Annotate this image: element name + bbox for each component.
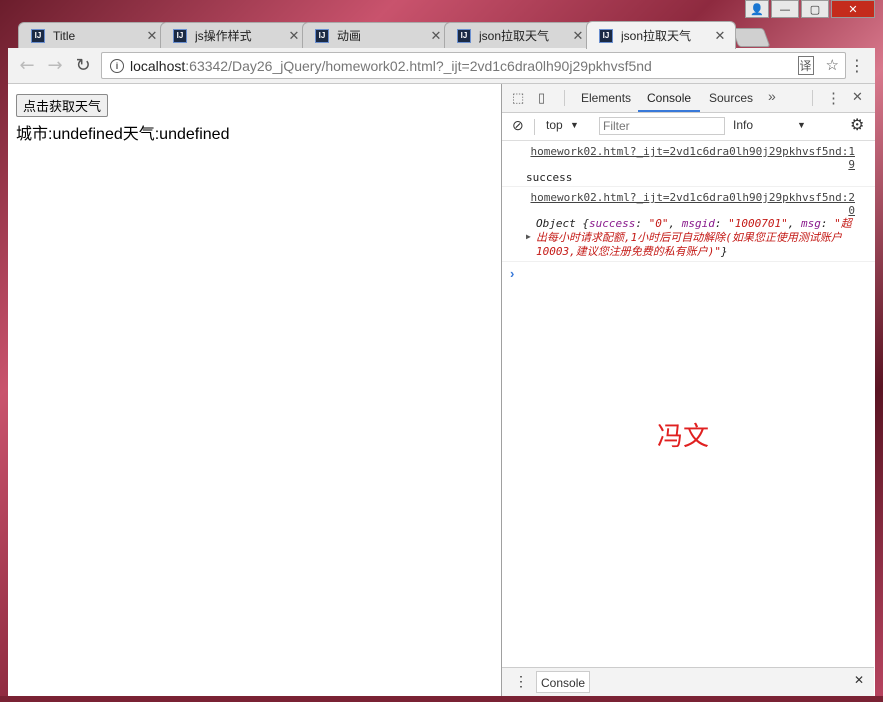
tab-sources[interactable]: Sources <box>700 84 762 112</box>
clear-console-icon[interactable]: ⊘ <box>512 117 524 134</box>
tab-json-weather-active[interactable]: IJ json拉取天气 ✕ <box>586 21 736 49</box>
console-prompt[interactable]: › <box>502 262 875 285</box>
console-object[interactable]: Object {success: "0", msgid: "1000701", … <box>526 217 855 259</box>
intellij-icon: IJ <box>457 28 471 43</box>
gear-icon[interactable]: ⚙ <box>850 115 864 135</box>
forward-button[interactable]: → <box>44 55 66 77</box>
tab-label: json拉取天气 <box>621 29 692 43</box>
info-icon[interactable]: i <box>110 58 124 73</box>
console-filter-input[interactable] <box>599 117 725 135</box>
chrome-menu-icon[interactable]: ⋮ <box>849 56 865 75</box>
devtools-close-icon[interactable]: ✕ <box>852 89 863 105</box>
devtools-menu-icon[interactable]: ⋮ <box>826 89 841 107</box>
tab-json-weather-1[interactable]: IJ json拉取天气 ✕ <box>444 22 594 48</box>
browser-toolbar: ← → ↻ i localhost:63342/Day26_jQuery/hom… <box>8 48 875 84</box>
device-toolbar-icon[interactable]: ▯ <box>538 90 545 106</box>
source-link[interactable]: homework02.html?_ijt=2vd1c6dra0lh90j29pk… <box>526 191 855 217</box>
more-tabs-icon[interactable]: » <box>768 88 776 104</box>
intellij-icon: IJ <box>31 28 45 43</box>
bookmark-star-icon[interactable]: ☆ <box>826 56 839 75</box>
url-path: :63342/Day26_jQuery/homework02.html?_ijt… <box>185 57 652 74</box>
devtools-drawer: ⋮ Console ✕ <box>502 667 874 696</box>
minimize-button[interactable]: — <box>771 0 799 18</box>
translate-icon[interactable]: 译 <box>797 56 814 75</box>
intellij-icon: IJ <box>173 28 187 43</box>
tab-js-styles[interactable]: IJ js操作样式 ✕ <box>160 22 310 48</box>
weather-result-text: 城市:undefined天气:undefined <box>16 126 230 143</box>
tab-elements[interactable]: Elements <box>572 84 640 112</box>
tab-label: 动画 <box>337 29 362 43</box>
tab-label: js操作样式 <box>195 29 252 43</box>
drawer-menu-icon[interactable]: ⋮ <box>514 673 528 690</box>
tab-label: json拉取天气 <box>479 29 550 43</box>
back-button[interactable]: ← <box>16 55 38 77</box>
drawer-close-icon[interactable]: ✕ <box>854 673 864 687</box>
address-bar[interactable]: i localhost:63342/Day26_jQuery/homework0… <box>101 52 846 79</box>
window-frame-bottom <box>0 696 883 702</box>
tab-animation[interactable]: IJ 动画 ✕ <box>302 22 452 48</box>
url-host: localhost <box>130 57 186 74</box>
devtools-tabbar: ⬚ ▯ Elements Console Sources » ⋮ ✕ <box>502 84 875 113</box>
chevron-down-icon: ▼ <box>570 120 579 130</box>
drawer-tab-console[interactable]: Console <box>536 671 591 693</box>
window-controls: 👤 — ▢ ✕ <box>745 0 875 20</box>
tab-title[interactable]: IJ Title ✕ <box>18 22 168 48</box>
console-message: homework02.html?_ijt=2vd1c6dra0lh90j29pk… <box>502 141 875 187</box>
expand-triangle-icon[interactable]: ▶ <box>526 232 531 241</box>
maximize-button[interactable]: ▢ <box>801 0 829 18</box>
devtools-panel: ⬚ ▯ Elements Console Sources » ⋮ ✕ ⊘ top… <box>501 84 875 696</box>
console-filter-bar: ⊘ top ▼ Info ▼ ⚙ <box>502 113 875 141</box>
page-content: 点击获取天气 城市:undefined天气:undefined <box>8 84 501 696</box>
intellij-icon: IJ <box>315 28 329 43</box>
tab-label: Title <box>53 28 76 43</box>
close-icon[interactable]: ✕ <box>145 28 159 44</box>
console-message: homework02.html?_ijt=2vd1c6dra0lh90j29pk… <box>502 187 875 262</box>
context-selector[interactable]: top <box>546 118 563 132</box>
browser-window: 👤 — ▢ ✕ IJ Title ✕ IJ js操作样式 ✕ IJ 动画 ✕ I… <box>0 0 883 702</box>
tab-console[interactable]: Console <box>638 84 701 112</box>
source-link[interactable]: homework02.html?_ijt=2vd1c6dra0lh90j29pk… <box>526 145 855 171</box>
chevron-down-icon: ▼ <box>797 120 806 130</box>
close-icon[interactable]: ✕ <box>287 28 301 44</box>
intellij-icon: IJ <box>599 28 613 43</box>
close-icon[interactable]: ✕ <box>429 28 443 44</box>
console-text: success <box>526 171 573 184</box>
tab-strip: IJ Title ✕ IJ js操作样式 ✕ IJ 动画 ✕ IJ json拉取… <box>8 20 875 49</box>
close-window-button[interactable]: ✕ <box>831 0 875 18</box>
new-tab-button[interactable] <box>731 28 771 47</box>
get-weather-button[interactable]: 点击获取天气 <box>16 94 109 117</box>
watermark-text: 冯文 <box>657 422 710 452</box>
close-icon[interactable]: ✕ <box>713 28 727 44</box>
reload-button[interactable]: ↻ <box>72 55 94 77</box>
close-icon[interactable]: ✕ <box>571 28 585 44</box>
log-level-selector[interactable]: Info <box>733 118 753 132</box>
user-icon[interactable]: 👤 <box>745 0 769 18</box>
inspect-element-icon[interactable]: ⬚ <box>512 90 524 106</box>
